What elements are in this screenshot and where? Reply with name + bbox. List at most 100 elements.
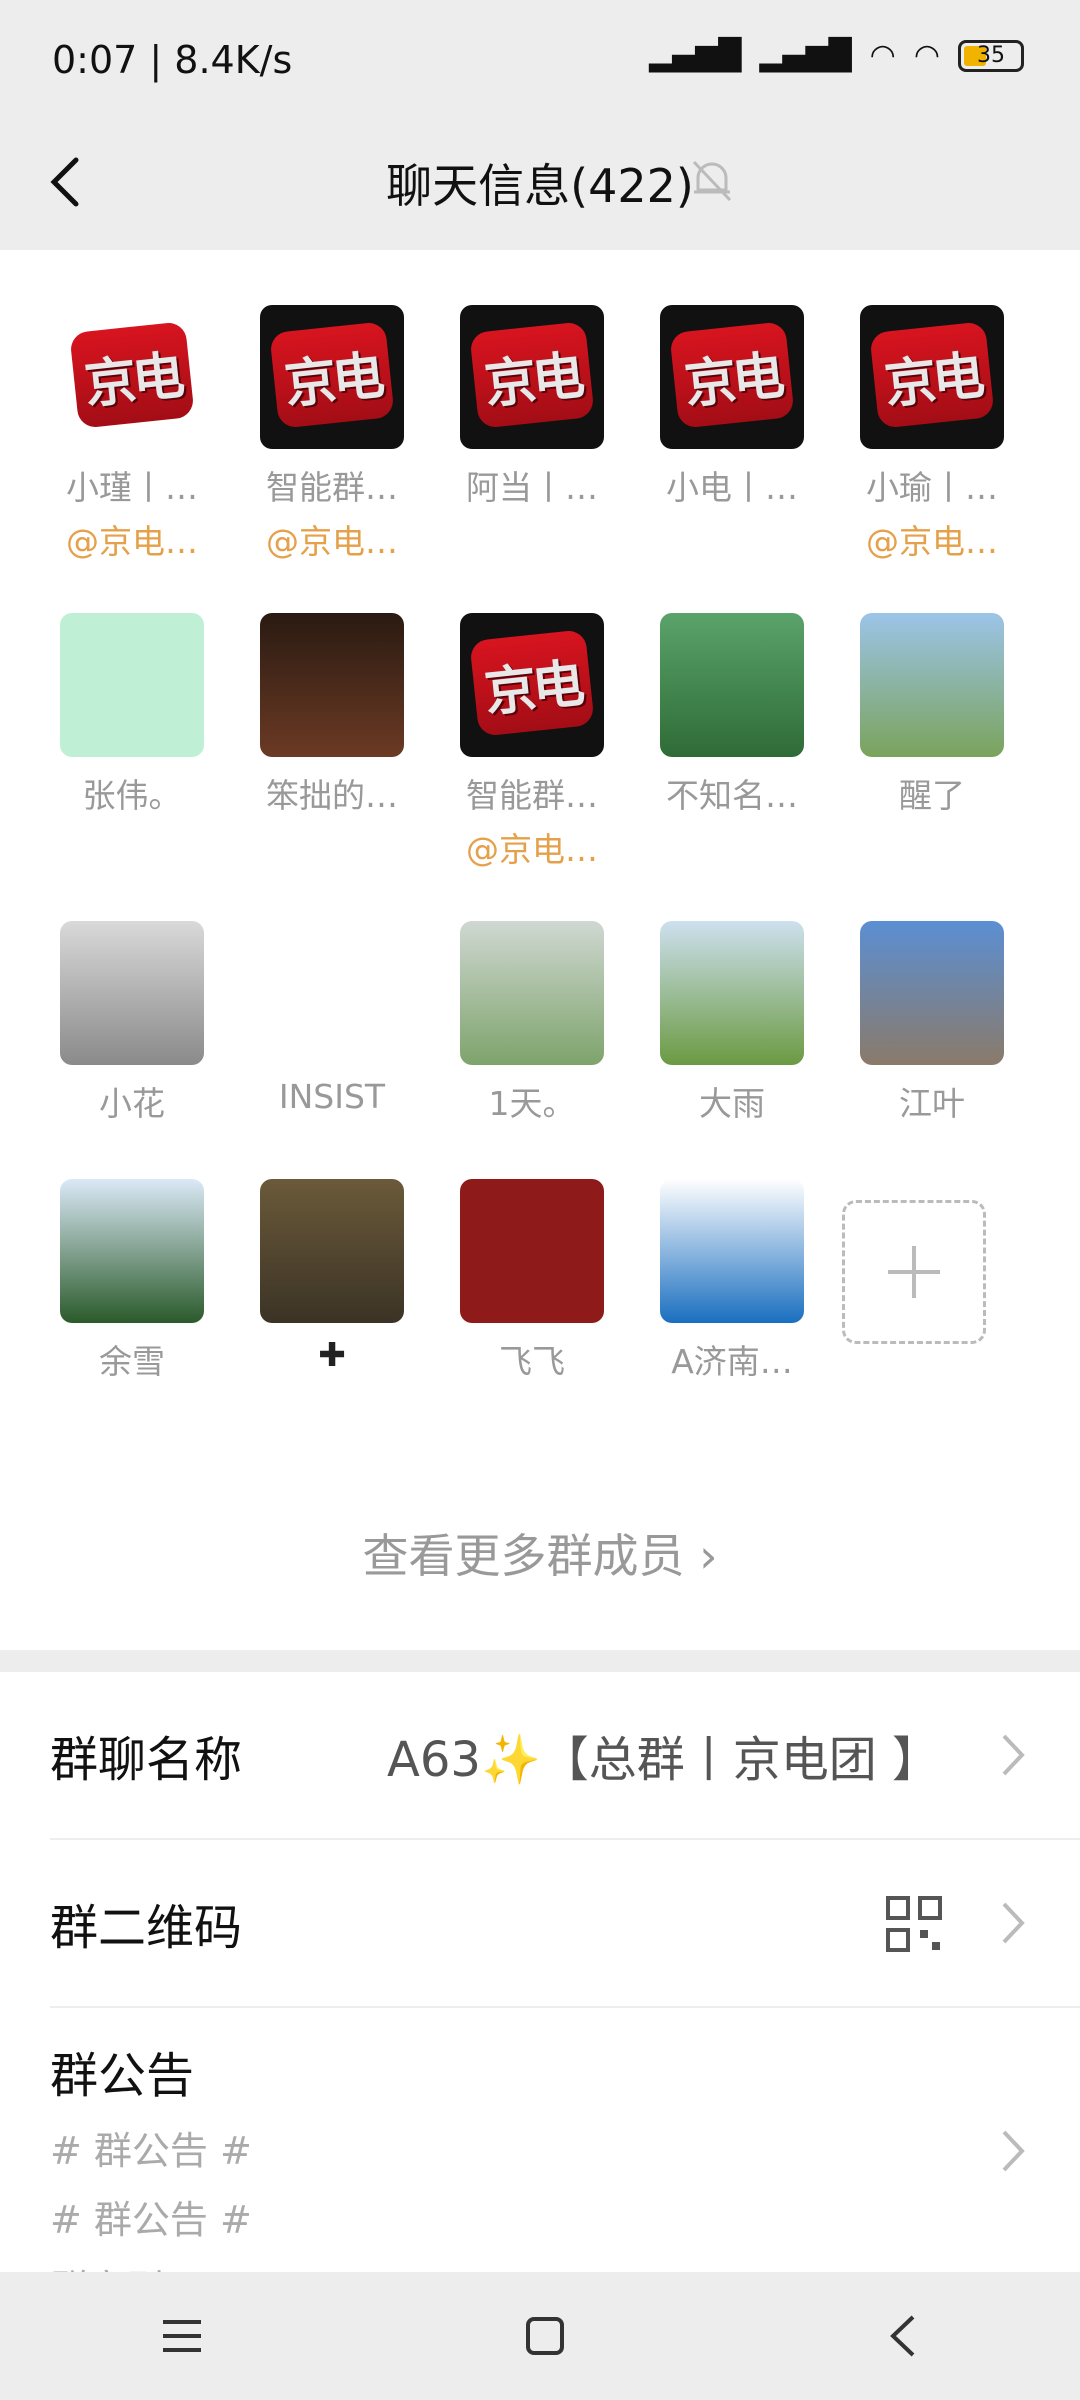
jd-logo-icon: 京电 xyxy=(869,321,995,429)
add-member-button[interactable] xyxy=(842,1200,986,1344)
page-title: 聊天信息(422) xyxy=(386,159,694,213)
member-name: 小花 xyxy=(99,1084,165,1123)
member-name: 笨拙的… xyxy=(266,776,398,815)
top-nav: 聊天信息(422) xyxy=(0,120,1080,250)
member-avatar: 京电 xyxy=(460,305,604,449)
qr-code-row[interactable]: 群二维码 xyxy=(50,1840,1080,2008)
group-name-label: 群聊名称 xyxy=(50,1732,243,1788)
signal-icon: ▂▄▆█ xyxy=(649,38,742,73)
member-role-tag: @京电… xyxy=(266,522,398,561)
member-avatar: 京电 xyxy=(260,305,404,449)
member-name: 飞飞 xyxy=(499,1342,565,1381)
member-avatar: 京电 xyxy=(660,305,804,449)
member-avatar xyxy=(60,613,204,757)
chevron-right-icon xyxy=(1002,2130,1025,2172)
member-item[interactable]: 大雨 xyxy=(630,921,834,1125)
add-member-box xyxy=(842,1200,986,1344)
wifi-icon-2: ◠ xyxy=(913,38,940,73)
member-name: 大雨 xyxy=(699,1084,765,1123)
member-name: 张伟。 xyxy=(82,776,182,815)
member-name: 小电丨… xyxy=(666,468,798,507)
jd-logo-icon: 京电 xyxy=(669,321,795,429)
jd-logo-icon: 京电 xyxy=(469,321,595,429)
signal-icon-2: ▂▄▆█ xyxy=(759,38,852,73)
member-name: A济南… xyxy=(671,1342,793,1381)
member-name: 智能群… xyxy=(266,468,398,507)
member-item[interactable]: 1天。 xyxy=(430,921,634,1125)
qr-code-icon xyxy=(886,1896,942,1952)
member-item[interactable]: 张伟。 xyxy=(30,613,234,817)
member-item[interactable]: 余雪 xyxy=(30,1179,234,1383)
member-avatar: 京电 xyxy=(860,305,1004,449)
member-item[interactable]: 小花 xyxy=(30,921,234,1125)
jd-logo-icon: 京电 xyxy=(469,629,595,737)
member-item[interactable]: 京电阿当丨… xyxy=(430,305,634,509)
system-nav-bar xyxy=(0,2272,1080,2400)
member-name: 不知名… xyxy=(666,776,798,815)
member-item[interactable]: 京电小电丨… xyxy=(630,305,834,509)
member-item[interactable]: 京电智能群… @京电… xyxy=(230,305,434,563)
member-name: 小瑜丨… xyxy=(866,468,998,507)
member-avatar xyxy=(60,921,204,1065)
member-item[interactable]: A济南… xyxy=(630,1179,834,1383)
jd-logo-icon: 京电 xyxy=(69,321,195,429)
status-time: 0:07 | 8.4K/s xyxy=(52,38,293,82)
member-name: 1天。 xyxy=(488,1084,576,1123)
member-avatar: 京电 xyxy=(60,305,204,449)
member-name: 醒了 xyxy=(899,776,965,815)
member-item[interactable]: INSIST xyxy=(230,921,434,1116)
member-avatar xyxy=(860,613,1004,757)
member-name: 阿当丨… xyxy=(466,468,598,507)
member-name: 江叶 xyxy=(899,1084,965,1123)
member-avatar xyxy=(260,613,404,757)
home-icon[interactable] xyxy=(520,2311,570,2361)
member-role-tag: @京电… xyxy=(66,522,198,561)
member-avatar xyxy=(860,921,1004,1065)
member-item[interactable]: 京电小瑾丨… @京电… xyxy=(30,305,234,563)
settings-list: 群聊名称 A63✨【总群丨京电团 】 群二维码 群公告 # 群公告 # # 群公… xyxy=(0,1672,1080,2288)
mute-bell-icon xyxy=(692,160,732,202)
members-panel: 京电 小瑾丨… @京电… 京电 智能群… @京电… 京电 阿当丨… 京电 小电丨… 京电 小瑜丨… @京… xyxy=(0,250,1080,1650)
member-avatar xyxy=(260,1179,404,1323)
member-avatar xyxy=(660,921,804,1065)
member-avatar xyxy=(460,1179,604,1323)
member-avatar xyxy=(660,613,804,757)
group-name-value: A63✨【总群丨京电团 】 xyxy=(387,1732,940,1788)
wifi-icon: ◠ xyxy=(869,38,896,73)
member-item[interactable]: 江叶 xyxy=(830,921,1034,1125)
group-notice-label: 群公告 xyxy=(50,2048,195,2104)
member-name: 智能群… xyxy=(466,776,598,815)
view-more-members-link[interactable]: 查看更多群成员 › xyxy=(0,1520,1080,1586)
chevron-right-icon xyxy=(1002,1734,1025,1776)
member-name: 余雪 xyxy=(99,1342,165,1381)
battery-icon: 35 xyxy=(958,39,1024,72)
member-role-tag: @京电… xyxy=(466,830,598,869)
notice-line: # 群公告 # xyxy=(50,2129,252,2173)
member-name: INSIST xyxy=(278,1077,386,1116)
qr-code-label: 群二维码 xyxy=(50,1900,243,1956)
member-item[interactable]: 醒了 xyxy=(830,613,1034,817)
member-item[interactable]: 京电智能群… @京电… xyxy=(430,613,634,871)
notice-line: # 群公告 # xyxy=(50,2198,252,2242)
menu-icon[interactable] xyxy=(157,2314,207,2358)
member-role-tag: @京电… xyxy=(866,522,998,561)
member-name: ✚ xyxy=(318,1335,346,1374)
member-avatar xyxy=(660,1179,804,1323)
member-item[interactable]: 不知名… xyxy=(630,613,834,817)
group-name-row[interactable]: 群聊名称 A63✨【总群丨京电团 】 xyxy=(50,1672,1080,1840)
member-avatar: 京电 xyxy=(460,613,604,757)
member-name: 小瑾丨… xyxy=(66,468,198,507)
member-avatar xyxy=(460,921,604,1065)
member-item[interactable]: ✚ xyxy=(230,1179,434,1374)
member-item[interactable]: 京电小瑜丨… @京电… xyxy=(830,305,1034,563)
member-item[interactable]: 笨拙的… xyxy=(230,613,434,817)
group-notice-row[interactable]: 群公告 # 群公告 # # 群公告 # 群守则： xyxy=(50,2008,1080,2288)
back-nav-icon[interactable] xyxy=(883,2311,923,2361)
chevron-right-icon xyxy=(1002,1902,1025,1944)
member-avatar xyxy=(260,921,404,1065)
status-icons: ▂▄▆█ ▂▄▆█ ◠ ◠ 35 xyxy=(649,38,1024,73)
status-bar: 0:07 | 8.4K/s ▂▄▆█ ▂▄▆█ ◠ ◠ 35 xyxy=(0,0,1080,120)
member-item[interactable]: 飞飞 xyxy=(430,1179,634,1383)
plus-icon xyxy=(888,1246,940,1298)
member-avatar xyxy=(60,1179,204,1323)
